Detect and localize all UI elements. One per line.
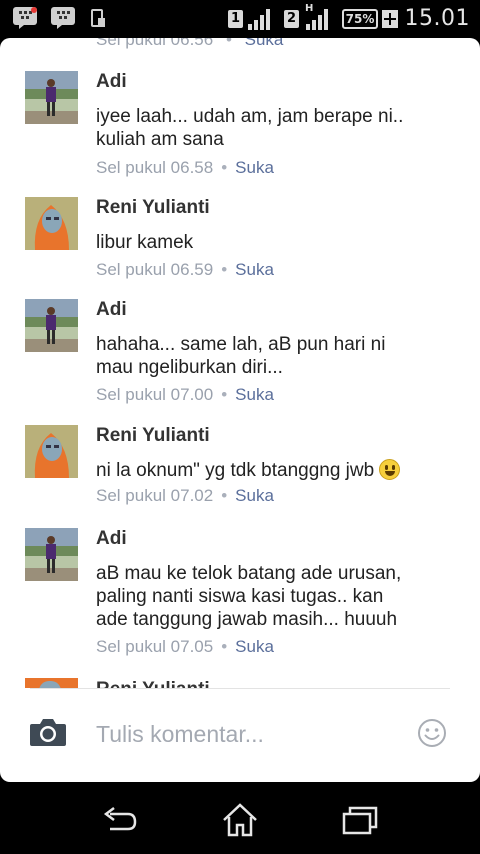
- comment-author[interactable]: Reni Yulianti: [96, 679, 210, 688]
- avatar[interactable]: [25, 528, 78, 581]
- smiley-icon[interactable]: [417, 718, 447, 748]
- avatar[interactable]: [25, 299, 78, 352]
- comment-line: libur kamek: [96, 232, 194, 253]
- comment-line: kuliah am sana: [96, 129, 224, 150]
- like-link[interactable]: Suka: [235, 385, 274, 404]
- comment-item: Adi iyee laah... udah am, jam berape ni.…: [0, 71, 480, 183]
- avatar[interactable]: [25, 678, 78, 688]
- comment-list[interactable]: Sel pukul 06.56 • Suka Adi iyee laah... …: [0, 38, 480, 688]
- comment-line: ade tanggung jawab masih... huuuh: [96, 609, 398, 630]
- comment-text: aB mau ke telok batang ade urusan, palin…: [96, 562, 456, 631]
- battery-indicator: 75%: [342, 9, 378, 29]
- comment-line: hahaha... same lah, aB pun hari ni: [96, 334, 386, 355]
- comment-text: libur kamek: [96, 231, 456, 254]
- comment-input[interactable]: [96, 719, 396, 749]
- comment-meta: Sel pukul 07.02 • Suka: [96, 486, 274, 505]
- comment-meta: Sel pukul 06.59 • Suka: [96, 260, 274, 279]
- home-icon[interactable]: [220, 802, 260, 838]
- bbm-icon: [51, 7, 75, 29]
- comment-timestamp: Sel pukul 06.59: [96, 260, 214, 279]
- navigation-bar: [0, 782, 480, 854]
- like-link[interactable]: Suka: [235, 260, 274, 279]
- comment-item: Reni Yulianti libur kamek Sel pukul 06.5…: [0, 197, 480, 287]
- signal-strength-icon: [248, 9, 270, 30]
- grinning-emoji-icon: [379, 459, 401, 480]
- comment-author[interactable]: Reni Yulianti: [96, 197, 210, 219]
- comment-item-partial: Reni Yulianti: [0, 678, 480, 688]
- comment-item: Reni Yulianti ni la oknum" yg tdk btangg…: [0, 425, 480, 515]
- comment-meta: Sel pukul 06.56 • Suka: [96, 38, 283, 50]
- comment-line: aB mau ke telok batang ade urusan,: [96, 563, 402, 584]
- avatar[interactable]: [25, 425, 78, 478]
- like-link[interactable]: Suka: [235, 158, 274, 177]
- charging-icon: [382, 10, 398, 28]
- comment-meta: Sel pukul 06.58 • Suka: [96, 158, 274, 177]
- comments-panel: Sel pukul 06.56 • Suka Adi iyee laah... …: [0, 38, 480, 782]
- comment-timestamp: Sel pukul 06.58: [96, 158, 214, 177]
- comment-composer: [0, 689, 480, 782]
- like-link[interactable]: Suka: [235, 637, 274, 656]
- comment-line: paling nanti siswa kasi tugas.. kan: [96, 586, 384, 607]
- sim2-badge: 2: [284, 10, 299, 28]
- comment-author[interactable]: Adi: [96, 528, 127, 550]
- comment-timestamp: Sel pukul 07.05: [96, 637, 214, 656]
- recent-apps-icon[interactable]: [340, 802, 380, 838]
- comment-line: mau ngeliburkan diri...: [96, 357, 283, 378]
- signal-strength-icon: [306, 9, 328, 30]
- comment-line: iyee laah... udah am, jam berape ni..: [96, 106, 404, 127]
- comment-text: hahaha... same lah, aB pun hari ni mau n…: [96, 333, 456, 379]
- comment-meta: Sel pukul 07.00 • Suka: [96, 385, 274, 404]
- sim1-badge: 1: [228, 10, 243, 28]
- comment-meta: Sel pukul 07.05 • Suka: [96, 637, 274, 656]
- comment-line: ni la oknum" yg tdk btanggng jwb: [96, 460, 375, 481]
- status-bar: 1 2 H 75% 15.01: [0, 0, 480, 38]
- comment-item: Adi hahaha... same lah, aB pun hari ni m…: [0, 299, 480, 411]
- comment-author[interactable]: Adi: [96, 71, 127, 93]
- comment-item: Adi aB mau ke telok batang ade urusan, p…: [0, 528, 480, 663]
- comment-text: ni la oknum" yg tdk btanggng jwb: [96, 459, 456, 482]
- comment-timestamp: Sel pukul 07.00: [96, 385, 214, 404]
- bbm-notification-icon: [13, 7, 37, 29]
- usb-debug-icon: [91, 9, 105, 27]
- like-link[interactable]: Suka: [245, 38, 284, 49]
- camera-icon[interactable]: [29, 717, 67, 747]
- comment-author[interactable]: Adi: [96, 299, 127, 321]
- comment-timestamp: Sel pukul 06.56: [96, 38, 214, 49]
- back-icon[interactable]: [100, 802, 140, 838]
- comment-author[interactable]: Reni Yulianti: [96, 425, 210, 447]
- comment-timestamp: Sel pukul 07.02: [96, 486, 214, 505]
- clock: 15.01: [404, 6, 470, 31]
- like-link[interactable]: Suka: [235, 486, 274, 505]
- comment-text: iyee laah... udah am, jam berape ni.. ku…: [96, 105, 456, 151]
- avatar[interactable]: [25, 71, 78, 124]
- avatar[interactable]: [25, 197, 78, 250]
